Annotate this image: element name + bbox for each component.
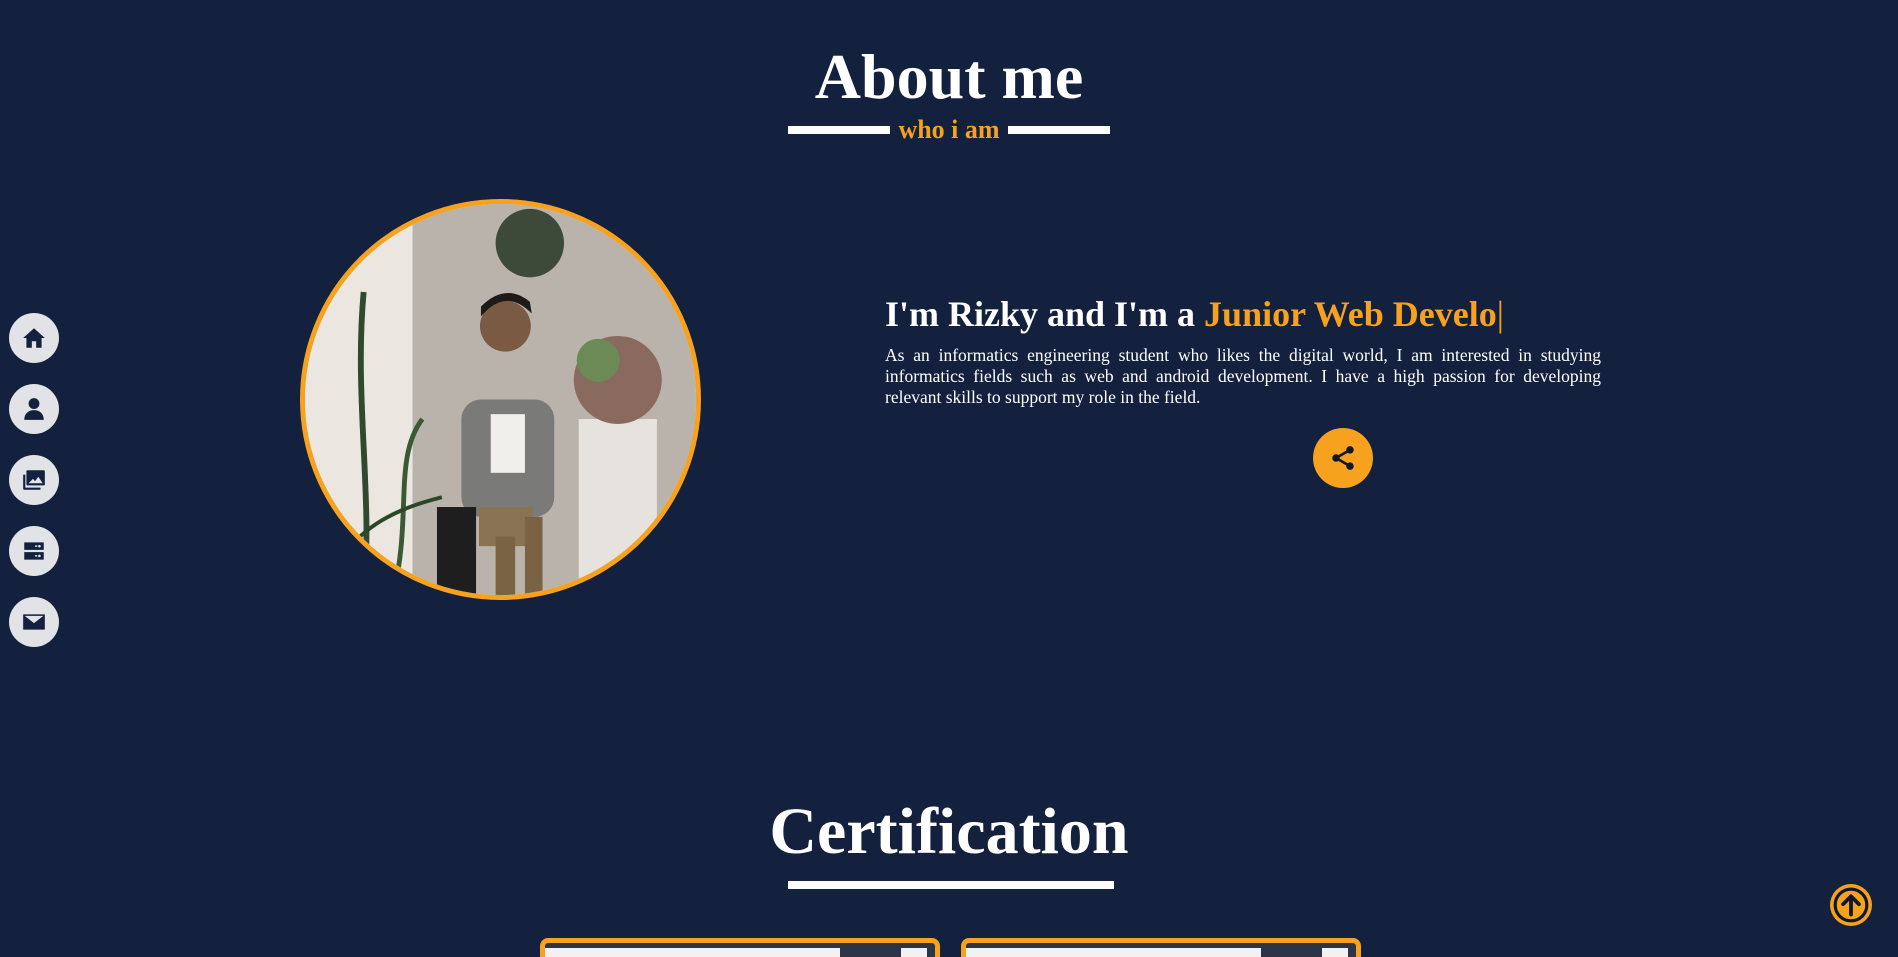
divider-left (788, 126, 891, 134)
home-icon (23, 328, 45, 348)
certificate-image-edge (1322, 948, 1348, 957)
typing-cursor: | (1496, 294, 1504, 334)
certificate-card[interactable] (961, 938, 1361, 957)
nav-gallery-button[interactable] (9, 455, 59, 505)
nav-services-button[interactable] (9, 526, 59, 576)
certificate-card[interactable] (540, 938, 940, 957)
intro-role-typed: Junior Web Develo (1204, 294, 1497, 334)
intro-heading: I'm Rizky and I'm a Junior Web Develo| (885, 290, 1601, 338)
server-icon (24, 542, 44, 560)
share-button[interactable] (1313, 428, 1373, 488)
certificate-image-edge (901, 948, 927, 957)
certificate-image (966, 948, 1261, 957)
about-subtitle-row: who i am (0, 113, 1898, 147)
nav-home-button[interactable] (9, 313, 59, 363)
nav-about-button[interactable] (9, 384, 59, 434)
certification-divider (788, 881, 1114, 889)
about-title: About me (814, 41, 1084, 112)
gallery-icon (23, 470, 45, 490)
certification-title: Certification (769, 795, 1129, 868)
profile-photo (300, 199, 701, 600)
sidebar-nav (9, 313, 59, 647)
share-icon (1332, 446, 1354, 470)
back-to-top-button[interactable] (1830, 884, 1872, 926)
nav-contact-button[interactable] (9, 597, 59, 647)
envelope-icon (23, 614, 45, 630)
arrow-up-icon (1833, 887, 1869, 923)
intro-description: As an informatics engineering student wh… (885, 345, 1601, 407)
certificate-image (545, 948, 840, 957)
intro-block: I'm Rizky and I'm a Junior Web Develo| A… (885, 290, 1601, 408)
divider-right (1007, 126, 1110, 134)
user-icon (24, 398, 44, 420)
about-subtitle: who i am (898, 115, 1000, 144)
intro-prefix: I'm Rizky and I'm a (885, 294, 1205, 334)
